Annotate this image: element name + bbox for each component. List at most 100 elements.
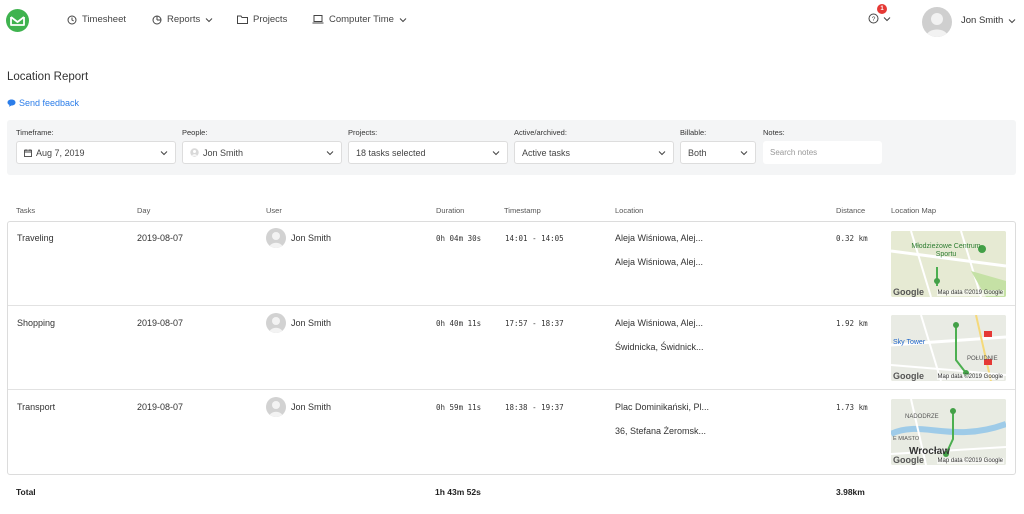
nav-projects[interactable]: Projects: [237, 14, 287, 25]
location-table: Traveling 2019-08-07 Jon Smith 0h 04m 30…: [7, 221, 1016, 475]
billable-select[interactable]: Both: [680, 141, 756, 164]
chevron-down-icon: [326, 150, 334, 155]
notification-badge: 1: [877, 4, 887, 14]
chevron-down-icon: [658, 150, 666, 155]
total-label: Total: [16, 487, 36, 497]
nav-reports-label: Reports: [167, 14, 201, 25]
filter-panel: Timeframe: Aug 7, 2019 People: Jon Smith…: [7, 120, 1016, 175]
people-value: Jon Smith: [203, 147, 244, 158]
nav-timesheet[interactable]: Timesheet: [67, 14, 126, 25]
user-avatar-icon: [926, 13, 948, 37]
map-place-label: Młodzieżowe Centrum Sportu: [911, 243, 981, 258]
active-archived-select[interactable]: Active tasks: [514, 141, 674, 164]
col-header-location-map: Location Map: [891, 206, 937, 215]
end-location: Aleja Wiśniowa, Alej...: [615, 257, 704, 267]
avatar: [266, 397, 286, 417]
projects-select[interactable]: 18 tasks selected: [348, 141, 508, 164]
duration-value: 0h 40m 11s: [436, 319, 482, 328]
projects-value: 18 tasks selected: [356, 147, 426, 158]
nav-computer-time-label: Computer Time: [329, 14, 394, 25]
col-header-distance: Distance: [836, 206, 866, 215]
nav-timesheet-label: Timesheet: [82, 14, 126, 25]
app-logo[interactable]: [6, 9, 29, 32]
total-distance: 3.98km: [836, 487, 865, 497]
billable-value: Both: [688, 147, 707, 158]
chat-bubble-icon: [7, 99, 16, 107]
user-name: Jon Smith: [291, 233, 332, 243]
send-feedback-link[interactable]: Send feedback: [7, 98, 79, 108]
user-icon: [190, 148, 199, 157]
billable-label: Billable:: [680, 128, 707, 137]
user-name: Jon Smith: [291, 318, 332, 328]
user-cell: Jon Smith: [266, 397, 331, 417]
map-place-label: Sky Tower: [893, 339, 926, 346]
timeframe-label: Timeframe:: [16, 128, 54, 137]
google-logo: Google: [893, 371, 924, 381]
avatar: [266, 228, 286, 248]
table-row[interactable]: Traveling 2019-08-07 Jon Smith 0h 04m 30…: [8, 222, 1015, 306]
user-name: Jon Smith: [961, 15, 1004, 26]
table-row[interactable]: Transport 2019-08-07 Jon Smith 0h 59m 11…: [8, 390, 1015, 474]
end-location: Świdnicka, Świdnick...: [615, 342, 704, 352]
avatar[interactable]: [922, 7, 952, 37]
timestamp-value: 18:38 - 19:37: [505, 403, 564, 412]
chevron-down-icon: [492, 150, 500, 155]
user-cell: Jon Smith: [266, 313, 331, 333]
timestamp-value: 17:57 - 18:37: [505, 319, 564, 328]
projects-label: Projects:: [348, 128, 378, 137]
duration-value: 0h 04m 30s: [436, 234, 482, 243]
chevron-down-icon: [399, 17, 407, 22]
user-avatar-icon: [269, 232, 283, 248]
nav-projects-label: Projects: [253, 14, 288, 25]
chevron-down-icon: [740, 150, 748, 155]
location-map[interactable]: Młodzieżowe Centrum Sportu Google Map da…: [891, 231, 1006, 297]
user-cell: Jon Smith: [266, 228, 331, 248]
start-location: Plac Dominikański, Pl...: [615, 402, 710, 412]
chevron-down-icon: [1008, 18, 1016, 23]
day-value: 2019-08-07: [137, 233, 184, 243]
nav-computer-time[interactable]: Computer Time: [312, 14, 407, 25]
location-map[interactable]: Sky Tower POŁUDNIE Google Map data ©2019…: [891, 315, 1006, 381]
map-place-label-2: POŁUDNIE: [967, 356, 998, 362]
col-header-timestamp: Timestamp: [504, 206, 541, 215]
task-name: Traveling: [17, 233, 54, 243]
svg-text:?: ?: [872, 16, 876, 23]
help-icon: ?: [868, 13, 879, 24]
send-feedback-label: Send feedback: [19, 98, 80, 108]
user-name: Jon Smith: [291, 402, 332, 412]
logo-icon: [10, 15, 25, 26]
map-place-label: NADODRZE: [905, 414, 939, 420]
distance-value: 1.92 km: [836, 319, 868, 328]
task-name: Shopping: [17, 318, 56, 328]
page-title: Location Report: [7, 71, 89, 83]
timeframe-value: Aug 7, 2019: [36, 147, 85, 158]
distance-value: 1.73 km: [836, 403, 868, 412]
active-archived-value: Active tasks: [522, 147, 571, 158]
user-avatar-icon: [269, 317, 283, 333]
chevron-down-icon: [160, 150, 168, 155]
col-header-user: User: [266, 206, 282, 215]
nav-reports[interactable]: Reports: [152, 14, 213, 25]
map-credit: Map data ©2019 Google: [936, 458, 1004, 464]
user-avatar-icon: [269, 401, 283, 417]
people-select[interactable]: Jon Smith: [182, 141, 342, 164]
user-menu[interactable]: Jon Smith: [961, 15, 1016, 26]
top-nav: Timesheet Reports Projects Computer Time…: [0, 0, 1024, 42]
chart-icon: [152, 15, 162, 24]
people-label: People:: [182, 128, 208, 137]
folder-icon: [237, 15, 248, 24]
notes-label: Notes:: [763, 128, 785, 137]
start-location: Aleja Wiśniowa, Alej...: [615, 233, 704, 243]
active-archived-label: Active/archived:: [514, 128, 567, 137]
map-credit: Map data ©2019 Google: [936, 290, 1004, 296]
table-row[interactable]: Shopping 2019-08-07 Jon Smith 0h 40m 11s…: [8, 306, 1015, 390]
notes-search-input[interactable]: [763, 141, 882, 164]
task-name: Transport: [17, 402, 56, 412]
avatar: [266, 313, 286, 333]
end-location: 36, Stefana Żeromsk...: [615, 426, 707, 436]
col-header-duration: Duration: [436, 206, 465, 215]
help-menu[interactable]: ?: [868, 13, 891, 24]
timeframe-select[interactable]: Aug 7, 2019: [16, 141, 176, 164]
location-map[interactable]: NADODRZE E MIASTO Wrocław Google Map dat…: [891, 399, 1006, 465]
col-header-location: Location: [615, 206, 644, 215]
